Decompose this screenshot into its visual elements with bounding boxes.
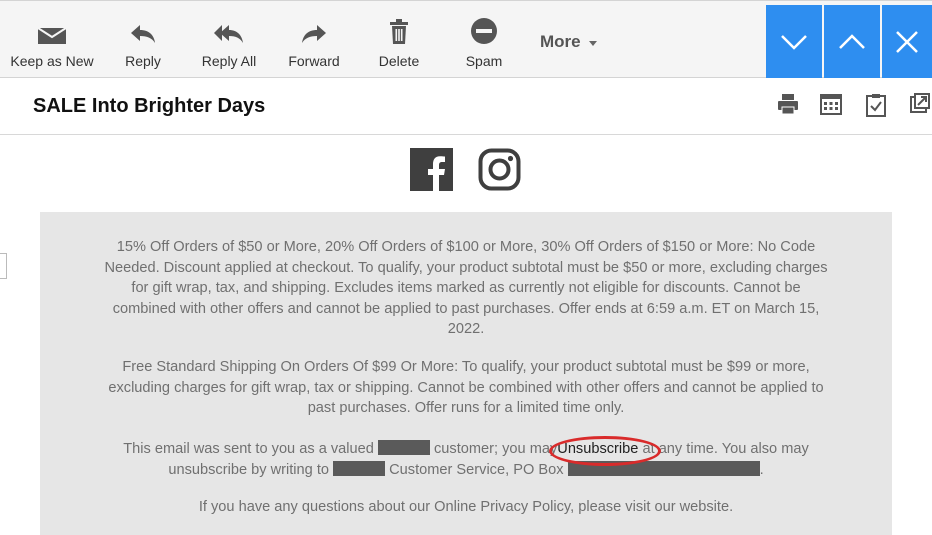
next-message-button[interactable] <box>766 5 822 78</box>
chevron-down-icon <box>781 34 807 50</box>
calendar-icon[interactable] <box>820 93 842 120</box>
facebook-icon[interactable] <box>410 148 453 196</box>
spam-button[interactable]: Spam <box>458 1 510 78</box>
highlight-circle <box>549 436 662 466</box>
sidebar-collapse-handle[interactable] <box>0 253 7 279</box>
more-label: More <box>540 32 581 51</box>
reply-button[interactable]: Reply <box>112 1 174 78</box>
forward-label: Forward <box>288 53 340 69</box>
forward-icon <box>302 25 326 43</box>
envelope-icon <box>37 27 67 44</box>
delete-label: Delete <box>378 53 420 69</box>
print-icon[interactable] <box>777 93 799 120</box>
reply-all-button[interactable]: Reply All <box>196 1 262 78</box>
mail-toolbar: Keep as New Reply Reply All Forward Dele… <box>0 0 932 78</box>
privacy-notice: If you have any questions about our Onli… <box>198 499 734 515</box>
reply-all-label: Reply All <box>201 53 257 69</box>
task-icon[interactable] <box>865 93 887 122</box>
reply-all-icon <box>214 25 243 43</box>
subject-bar: SALE Into Brighter Days <box>0 78 932 135</box>
discount-terms: 15% Off Orders of $50 or More, 20% Off O… <box>104 239 828 338</box>
notice-text-4: Customer Service, PO Box <box>389 461 564 478</box>
notice-text-1: This email was sent to you as a valued <box>123 441 374 457</box>
email-subject: SALE Into Brighter Days <box>33 95 266 117</box>
forward-button[interactable]: Forward <box>284 1 344 78</box>
delete-button[interactable]: Delete <box>372 1 426 78</box>
keep-as-new-label: Keep as New <box>10 53 94 69</box>
trash-icon <box>390 19 408 44</box>
chevron-down-icon <box>588 41 597 46</box>
shipping-terms: Free Standard Shipping On Orders Of $99 … <box>108 359 824 417</box>
reply-icon <box>131 25 155 43</box>
redacted-block <box>333 460 386 476</box>
unsubscribe-link[interactable]: Unsubscribe <box>549 436 662 466</box>
chevron-up-icon <box>839 33 865 49</box>
reply-label: Reply <box>125 53 161 69</box>
block-icon <box>471 18 497 44</box>
redacted-block <box>377 440 430 455</box>
instagram-icon[interactable] <box>478 148 521 196</box>
unsubscribe-notice: This email was sent to you as a valued c… <box>100 436 832 480</box>
previous-message-button[interactable] <box>824 5 880 78</box>
keep-as-new-button[interactable]: Keep as New <box>8 1 96 78</box>
popout-icon[interactable] <box>910 93 930 118</box>
close-button[interactable] <box>882 5 932 78</box>
more-menu[interactable]: More <box>540 32 597 52</box>
notice-text-2: customer; you may <box>434 441 558 457</box>
spam-label: Spam <box>465 53 503 69</box>
close-icon <box>896 30 918 53</box>
